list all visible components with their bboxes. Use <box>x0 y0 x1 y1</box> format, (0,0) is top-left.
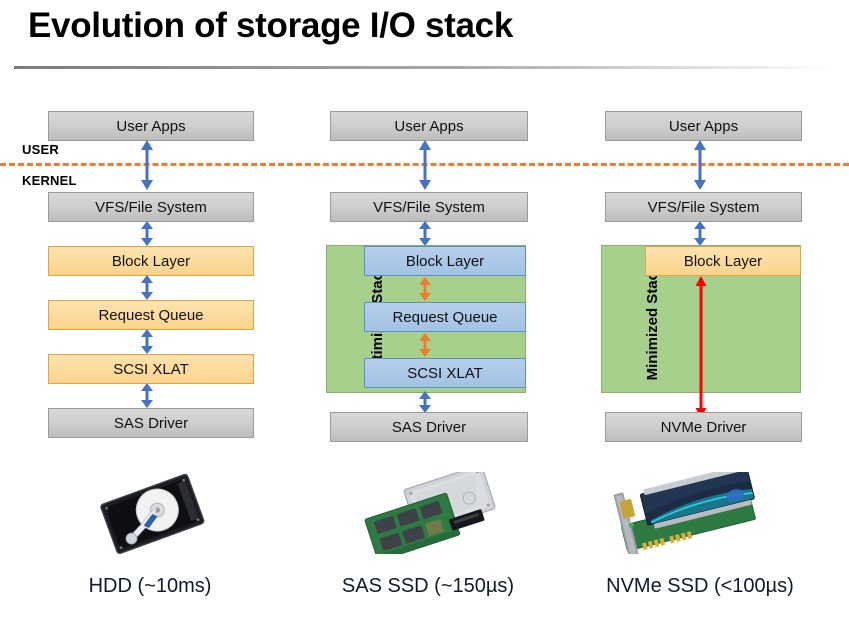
arrow-request-queue-to-scsi-xlat-hdd <box>141 329 153 354</box>
arrow-user-apps-to-vfs-hdd <box>141 140 153 190</box>
box-user-apps-hdd[interactable]: User Apps <box>48 111 254 141</box>
arrow-block-layer-to-request-queue-sas <box>419 277 431 301</box>
box-user-apps-sas[interactable]: User Apps <box>330 111 528 141</box>
hard-disk-drive-image <box>100 473 205 554</box>
box-nvme-driver[interactable]: NVMe Driver <box>605 412 802 442</box>
user-zone-label: USER <box>22 142 59 157</box>
arrow-user-apps-to-vfs-sas <box>419 140 431 190</box>
sas-ssd-image <box>364 472 496 554</box>
box-vfs-nvme[interactable]: VFS/File System <box>605 192 802 222</box>
arrow-vfs-to-block-layer-hdd <box>141 221 153 246</box>
caption-nvme-ssd: NVMe SSD (<100µs) <box>606 575 794 597</box>
arrow-vfs-to-block-layer-sas <box>419 221 431 246</box>
kernel-zone-label: KERNEL <box>22 173 77 188</box>
box-block-layer-sas[interactable]: Block Layer <box>364 246 526 276</box>
box-sas-driver-sas[interactable]: SAS Driver <box>330 412 528 442</box>
arrow-vfs-to-block-layer-nvme <box>694 221 706 246</box>
box-request-queue-hdd[interactable]: Request Queue <box>48 300 254 330</box>
box-vfs-hdd[interactable]: VFS/File System <box>48 192 254 222</box>
arrow-scsi-xlat-to-sas-driver-hdd <box>141 383 153 408</box>
title-divider-rule <box>14 66 834 69</box>
nvme-pcie-card-image <box>613 472 756 554</box>
caption-sas-ssd: SAS SSD (~150µs) <box>341 575 515 597</box>
box-block-layer-nvme[interactable]: Block Layer <box>645 246 801 276</box>
box-vfs-sas[interactable]: VFS/File System <box>330 192 528 222</box>
arrow-block-layer-to-request-queue-hdd <box>141 275 153 300</box>
page-title: Evolution of storage I/O stack <box>28 6 513 45</box>
arrow-scsi-xlat-to-sas-driver-sas <box>419 391 431 413</box>
box-scsi-xlat-sas[interactable]: SCSI XLAT <box>364 358 526 388</box>
box-block-layer-hdd[interactable]: Block Layer <box>48 246 254 276</box>
box-request-queue-sas[interactable]: Request Queue <box>364 302 526 332</box>
box-scsi-xlat-hdd[interactable]: SCSI XLAT <box>48 354 254 384</box>
box-sas-driver-hdd[interactable]: SAS Driver <box>48 408 254 438</box>
arrow-request-queue-to-scsi-xlat-sas <box>419 333 431 357</box>
arrow-block-layer-to-nvme-driver <box>695 276 707 418</box>
caption-hdd: HDD (~10ms) <box>88 575 212 597</box>
arrow-user-apps-to-vfs-nvme <box>694 140 706 190</box>
box-user-apps-nvme[interactable]: User Apps <box>605 111 802 141</box>
